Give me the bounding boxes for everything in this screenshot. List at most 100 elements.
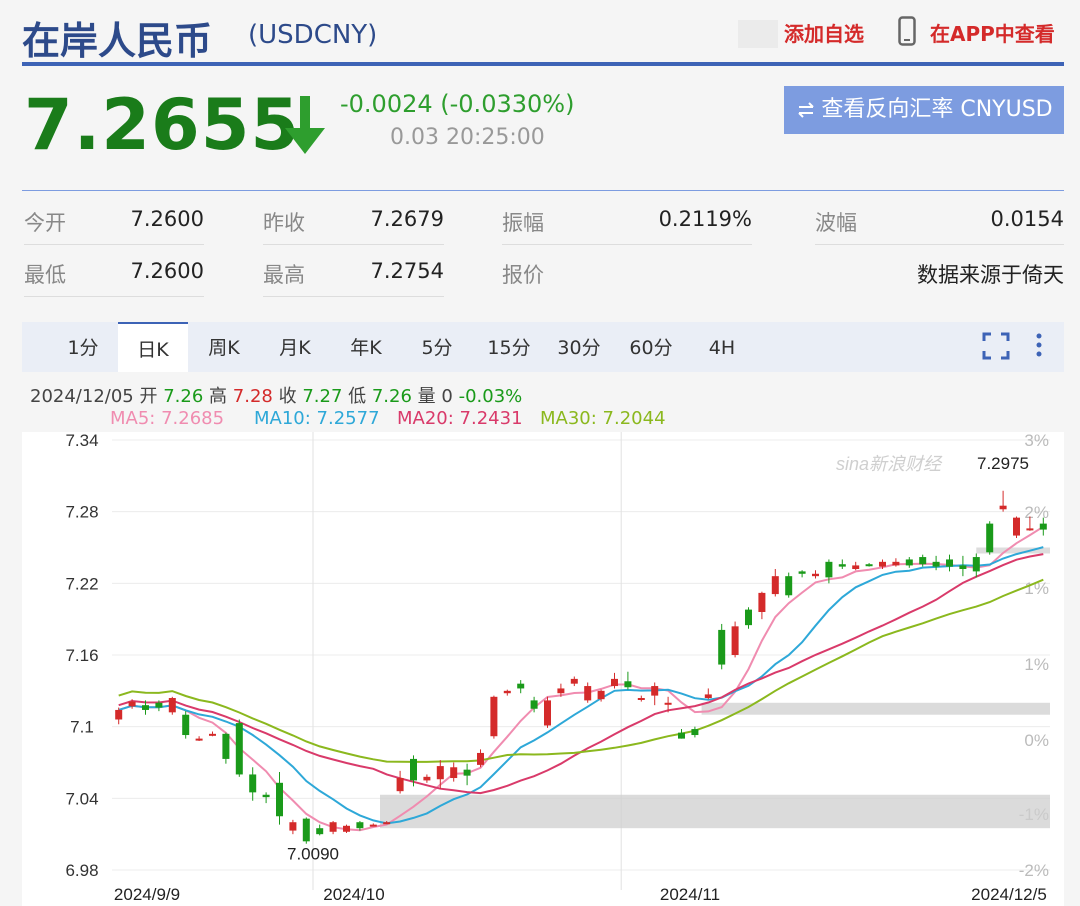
candle-body [771,576,779,595]
chart-panel: 1分 日K 周K 月K 年K 5分 15分 30分 60分 4H 2024/12… [22,322,1064,906]
kline-chart[interactable]: 7.347.287.227.167.17.046.983%2%1%1%0%-1%… [22,322,1064,906]
candle-body [490,696,498,737]
candle-body [825,561,833,578]
stat-value-amplitude: 0.2119% [658,207,752,231]
candle-body [544,700,551,726]
candle-body [168,698,176,713]
candle-body [999,505,1007,510]
candle-body [142,705,149,710]
stats-divider [22,190,1064,191]
candle-body [343,825,350,832]
candle-body [463,769,471,776]
pct-tick-label: -2% [1019,861,1049,880]
candle-body [289,822,297,831]
swap-icon [798,102,815,118]
min-annotation: 7.0090 [287,844,339,863]
stat-value-high: 7.2754 [370,259,444,283]
candle-body [235,723,243,775]
candle-body [865,564,873,567]
view-in-app-link[interactable]: 在APP中查看 [930,18,1055,47]
quote-time: 0.03 20:25:00 [390,125,545,150]
y-tick-label: 6.98 [65,861,98,880]
candle-body [450,767,458,779]
candle-body [785,576,793,596]
y-tick-label: 7.04 [65,789,98,808]
x-tick-label: 2024/12/5 [971,885,1047,904]
candle-body [369,824,377,827]
stat-label-wave: 波幅 [815,211,857,235]
stat-value-low: 7.2600 [130,259,204,283]
candle-body [436,766,444,780]
candle-body [182,714,190,736]
candle-body [986,523,994,553]
y-tick-label: 7.22 [65,574,98,593]
candle-body [919,557,927,565]
candle-body [557,688,565,694]
candle-body [852,565,860,569]
stat-value-open: 7.2600 [130,207,204,231]
candle-body [972,557,980,572]
candle-body [396,778,404,792]
candle-body [1039,523,1047,530]
candle-body [517,683,525,689]
candle-body [249,774,257,793]
phone-icon [898,16,916,46]
candle-body [946,559,953,567]
y-tick-label: 7.16 [65,646,98,665]
candle-body [731,626,739,655]
candle-body [209,733,216,736]
candle-body [410,758,417,781]
arrow-down-icon [285,96,325,154]
divider [24,296,204,297]
y-tick-label: 7.1 [70,718,94,737]
page-title: 在岸人民币 [22,19,213,63]
candle-body [356,822,364,829]
x-tick-label: 2024/10 [323,885,384,904]
candle-body [879,561,886,567]
candle-body [423,776,431,781]
pct-tick-label: 0% [1024,731,1049,750]
stat-label-amplitude: 振幅 [502,211,544,235]
candle-body [222,733,230,759]
pct-tick-label: 3% [1024,431,1049,450]
candle-body [195,738,203,741]
x-tick-label: 2024/9/9 [114,885,180,904]
candle-body [115,709,123,720]
symbol-code: (USDCNY) [248,20,378,50]
candle-body [611,678,618,687]
stat-value-prev-close: 7.2679 [370,207,444,231]
candle-body [302,818,310,842]
candle-body [128,701,136,707]
candle-body [798,571,806,574]
stat-label-quote: 报价 [502,263,544,287]
y-tick-label: 7.28 [65,503,98,522]
add-favorite-link[interactable]: 添加自选 [784,18,864,47]
stat-value-wave: 0.0154 [990,207,1064,231]
candle-body [155,702,163,708]
candle-body [758,592,766,612]
candle-body [745,609,752,626]
header: 在岸人民币 (USDCNY) 添加自选 在APP中查看 [22,0,1064,66]
candle-body [276,782,283,817]
stat-label-prev-close: 昨收 [263,211,305,235]
divider [502,244,752,245]
candle-body [892,561,900,566]
candle-body [329,822,337,832]
candle-body [530,700,538,709]
candle-body [1026,528,1034,531]
reverse-rate-button[interactable]: 查看反向汇率 CNYUSD [784,86,1064,134]
candle-body [651,686,659,696]
candle-body [383,822,391,825]
divider [24,244,204,245]
divider [263,244,444,245]
candle-body [1013,517,1020,536]
candle-body [838,564,846,567]
candle-body [718,629,726,665]
candle-body [691,729,699,736]
pct-tick-label: 2% [1024,503,1049,522]
stat-label-open: 今开 [24,211,66,235]
stat-value-source: 数据来源于倚天 [917,263,1064,287]
candle-body [597,690,605,700]
candle-body [664,702,672,705]
header-divider [22,62,1064,66]
